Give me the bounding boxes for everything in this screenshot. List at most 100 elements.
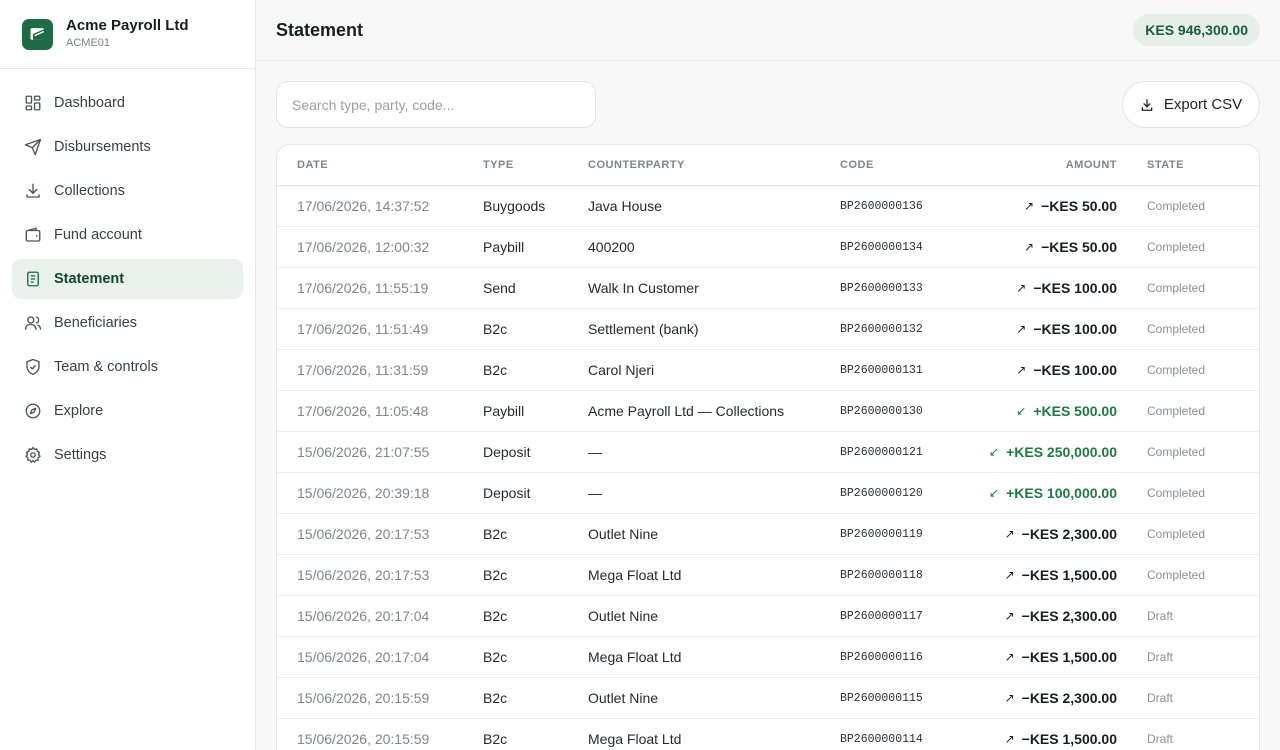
- row-amount-value: −KES 100.00: [1033, 362, 1117, 378]
- row-code: BP2600000117: [840, 609, 923, 623]
- row-code: BP2600000132: [840, 322, 923, 336]
- row-date: 17/06/2026, 12:00:32: [297, 239, 430, 255]
- row-state: Completed: [1147, 363, 1206, 377]
- wallet-icon: [24, 226, 42, 244]
- column-header-code[interactable]: Code: [840, 145, 874, 185]
- sidebar-item-explore[interactable]: Explore: [12, 391, 243, 431]
- table-row[interactable]: 15/06/2026, 20:15:59 B2c Mega Float Ltd BP2…: [277, 719, 1259, 750]
- arrow-up-right-icon: ↗: [1004, 691, 1015, 705]
- sidebar-item-label: Team & controls: [54, 359, 158, 375]
- arrow-up-right-icon: ↗: [1016, 363, 1027, 377]
- gear-icon: [24, 446, 42, 464]
- table-row[interactable]: 17/06/2026, 12:00:32 Paybill 400200 BP26000…: [277, 227, 1259, 268]
- page-header: Statement KES 946,300.00: [256, 0, 1280, 61]
- download-icon: [1140, 98, 1154, 112]
- row-date: 15/06/2026, 20:15:59: [297, 690, 430, 706]
- row-counterparty: Mega Float Ltd: [588, 567, 682, 583]
- table-row[interactable]: 17/06/2026, 11:31:59 B2c Carol Njeri BP2600…: [277, 350, 1259, 391]
- row-code: BP2600000133: [840, 281, 923, 295]
- row-state: Completed: [1147, 199, 1206, 213]
- row-type: B2c: [483, 690, 508, 706]
- row-amount: ↙ +KES 500.00: [1016, 391, 1117, 431]
- row-date: 17/06/2026, 14:37:52: [297, 198, 430, 214]
- row-amount: ↗ −KES 1,500.00: [1005, 719, 1117, 750]
- row-state: Draft: [1147, 650, 1174, 664]
- sidebar-item-fund-account[interactable]: Fund account: [12, 215, 243, 255]
- row-type: Deposit: [483, 444, 531, 460]
- row-counterparty: —: [588, 444, 602, 460]
- row-counterparty: Outlet Nine: [588, 608, 659, 624]
- row-type: Paybill: [483, 403, 525, 419]
- table-row[interactable]: 15/06/2026, 20:15:59 B2c Outlet Nine BP2600…: [277, 678, 1259, 719]
- column-header-state[interactable]: State: [1147, 145, 1184, 185]
- sidebar-item-dashboard[interactable]: Dashboard: [12, 83, 243, 123]
- balance-badge: KES 946,300.00: [1133, 14, 1260, 46]
- sidebar-item-beneficiaries[interactable]: Beneficiaries: [12, 303, 243, 343]
- row-type: Paybill: [483, 239, 525, 255]
- column-header-type[interactable]: Type: [483, 145, 514, 185]
- row-type: Send: [483, 280, 516, 296]
- sidebar-item-label: Collections: [54, 183, 125, 199]
- column-header-amount[interactable]: Amount: [1066, 145, 1117, 185]
- row-counterparty: Acme Payroll Ltd — Collections: [588, 403, 785, 419]
- row-date: 17/06/2026, 11:55:19: [297, 280, 429, 296]
- table-row[interactable]: 15/06/2026, 20:17:53 B2c Outlet Nine BP2600…: [277, 514, 1259, 555]
- row-code: BP2600000120: [840, 486, 923, 500]
- table-row[interactable]: 17/06/2026, 11:05:48 Paybill Acme Payroll …: [277, 391, 1259, 432]
- arrow-up-right-icon: ↗: [1004, 609, 1015, 623]
- column-header-counterparty[interactable]: Counterparty: [588, 145, 685, 185]
- sidebar-item-label: Explore: [54, 403, 104, 419]
- sidebar-item-settings[interactable]: Settings: [12, 435, 243, 475]
- brand-code: ACME01: [66, 37, 111, 49]
- grid-icon: [24, 94, 42, 112]
- arrow-up-right-icon: ↗: [1024, 240, 1035, 254]
- row-state: Completed: [1147, 322, 1206, 336]
- row-amount-value: −KES 2,300.00: [1021, 526, 1117, 542]
- table-row[interactable]: 15/06/2026, 21:07:55 Deposit — BP2600000121…: [277, 432, 1259, 473]
- arrow-down-left-icon: ↙: [1016, 404, 1027, 418]
- sidebar-item-label: Dashboard: [54, 95, 125, 111]
- table-row[interactable]: 15/06/2026, 20:17:04 B2c Outlet Nine BP2600…: [277, 596, 1259, 637]
- row-state: Completed: [1147, 240, 1206, 254]
- row-amount: ↗ −KES 1,500.00: [1005, 555, 1117, 595]
- sidebar-nav: Dashboard Disbursements Collections Fund…: [0, 69, 255, 493]
- sidebar-item-statement[interactable]: Statement: [12, 259, 243, 299]
- arrow-down-left-icon: ↙: [989, 486, 1000, 500]
- row-type: B2c: [483, 608, 508, 624]
- row-code: BP2600000115: [840, 691, 923, 705]
- row-date: 15/06/2026, 20:15:59: [297, 731, 430, 747]
- export-csv-button[interactable]: Export CSV: [1122, 81, 1260, 128]
- search-input[interactable]: [276, 81, 596, 128]
- table-row[interactable]: 15/06/2026, 20:17:04 B2c Mega Float Ltd BP2…: [277, 637, 1259, 678]
- arrow-up-right-icon: ↗: [1024, 199, 1035, 213]
- row-counterparty: 400200: [588, 239, 635, 255]
- row-amount: ↙ +KES 100,000.00: [989, 473, 1117, 513]
- row-code: BP2600000119: [840, 527, 923, 541]
- row-date: 17/06/2026, 11:51:49: [297, 321, 429, 337]
- row-counterparty: Mega Float Ltd: [588, 649, 682, 665]
- row-amount-value: +KES 250,000.00: [1006, 444, 1117, 460]
- sidebar-item-disbursements[interactable]: Disbursements: [12, 127, 243, 167]
- table-row[interactable]: 15/06/2026, 20:39:18 Deposit — BP2600000120…: [277, 473, 1259, 514]
- arrow-down-left-icon: ↙: [989, 445, 1000, 459]
- table-row[interactable]: 15/06/2026, 20:17:53 B2c Mega Float Ltd BP2…: [277, 555, 1259, 596]
- column-header-date[interactable]: Date: [297, 145, 328, 185]
- table-row[interactable]: 17/06/2026, 11:51:49 B2c Settlement (bank)…: [277, 309, 1259, 350]
- arrow-up-right-icon: ↗: [1016, 322, 1027, 336]
- row-state: Completed: [1147, 445, 1206, 459]
- row-amount-value: −KES 100.00: [1033, 321, 1117, 337]
- row-counterparty: Outlet Nine: [588, 690, 659, 706]
- row-state: Completed: [1147, 404, 1206, 418]
- table-row[interactable]: 17/06/2026, 14:37:52 Buygoods Java House BP…: [277, 186, 1259, 227]
- table-row[interactable]: 17/06/2026, 11:55:19 Send Walk In Customer…: [277, 268, 1259, 309]
- row-amount-value: −KES 50.00: [1041, 198, 1117, 214]
- row-amount-value: +KES 500.00: [1033, 403, 1117, 419]
- row-code: BP2600000118: [840, 568, 923, 582]
- sidebar-item-team-controls[interactable]: Team & controls: [12, 347, 243, 387]
- row-type: Deposit: [483, 485, 531, 501]
- row-type: B2c: [483, 321, 508, 337]
- row-state: Draft: [1147, 609, 1174, 623]
- row-code: BP2600000114: [840, 732, 923, 746]
- toolbar: Export CSV: [276, 81, 1260, 128]
- sidebar-item-collections[interactable]: Collections: [12, 171, 243, 211]
